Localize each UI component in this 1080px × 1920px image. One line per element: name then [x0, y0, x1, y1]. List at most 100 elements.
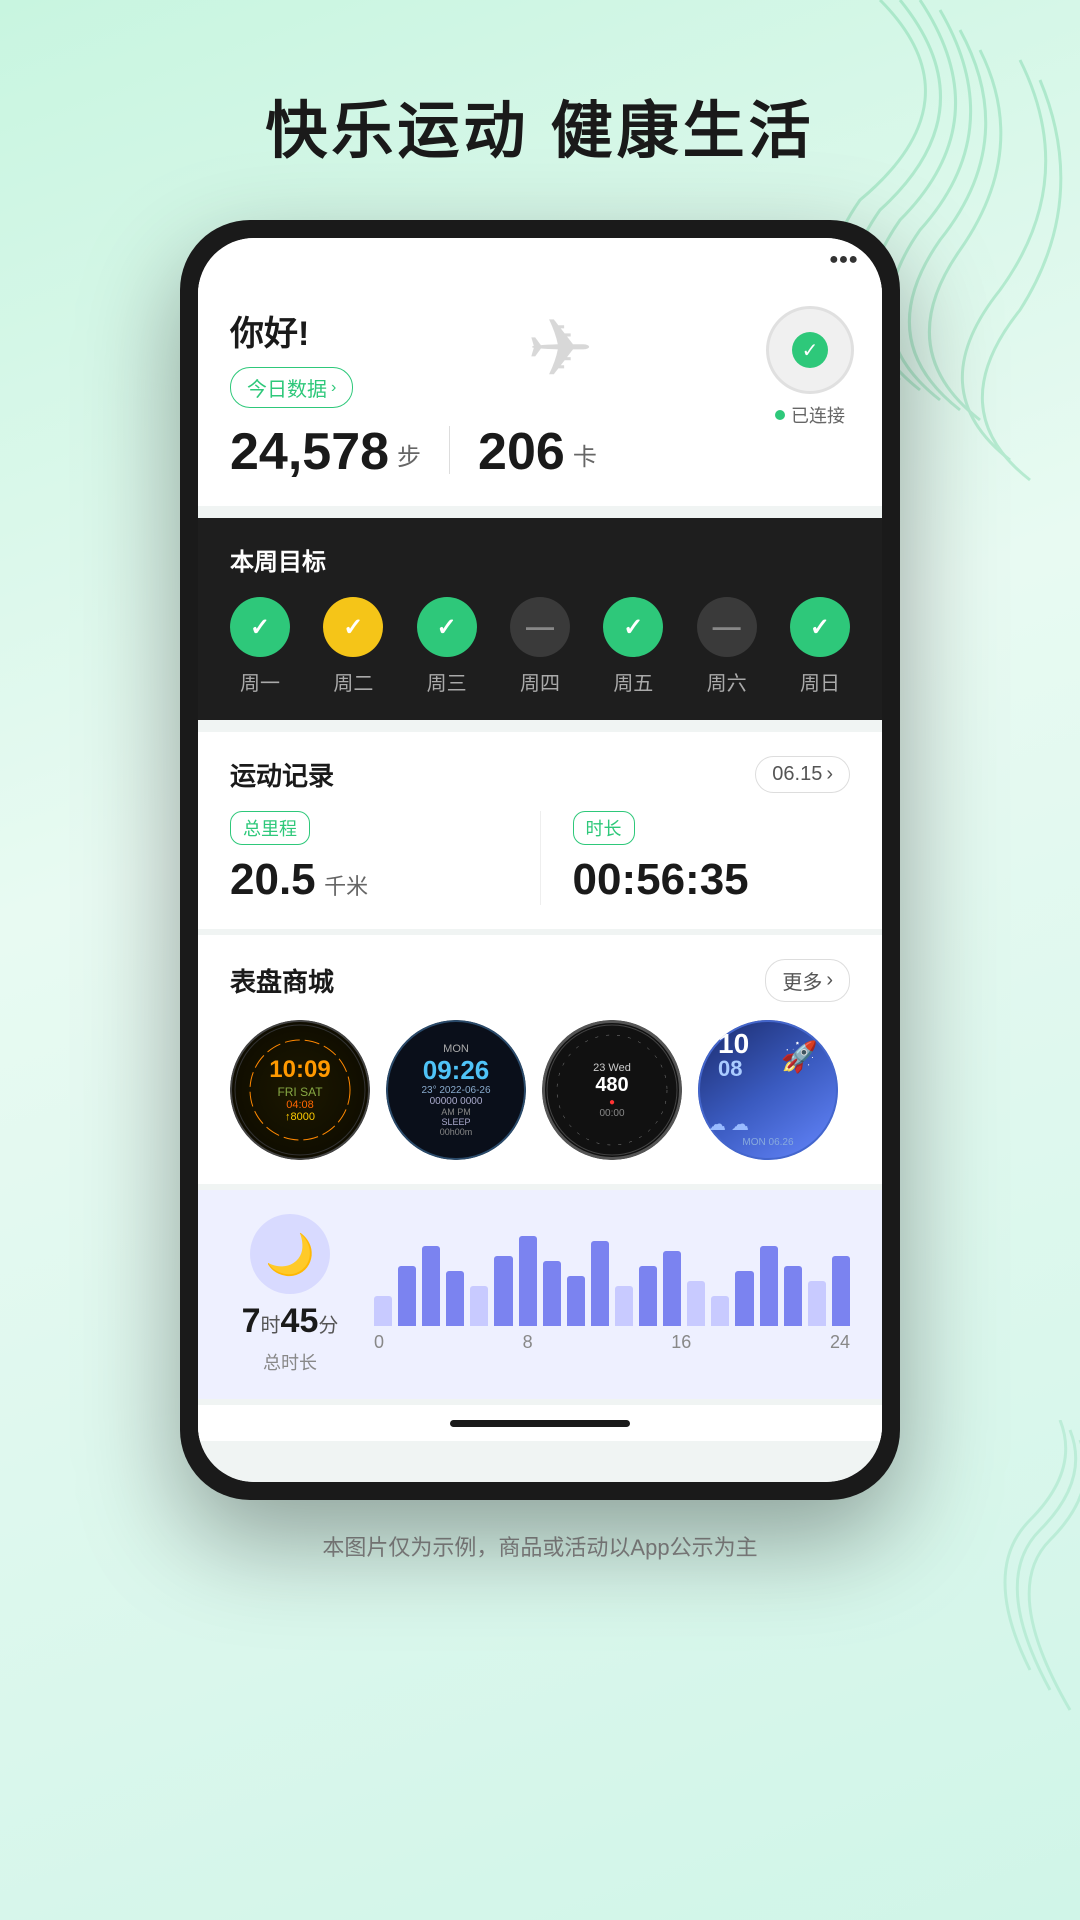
minus-icon-saturday: —: [713, 611, 741, 643]
phone-mockup: ●●● ✈ 你好! 今日数据 › 24,578 步: [180, 220, 900, 1500]
home-bar: [450, 1420, 630, 1427]
page-title: 快乐运动 健康生活: [0, 0, 1080, 220]
sleep-axis-8: 8: [523, 1332, 533, 1353]
day-label-wednesday: 周三: [427, 667, 467, 696]
sleep-time: 7时45分: [242, 1302, 339, 1341]
greeting-text: 你好!: [230, 306, 850, 355]
footer-text: 本图片仅为示例，商品或活动以App公示为主: [0, 1500, 1080, 1602]
watch-store-header: 表盘商城 更多 ›: [230, 959, 850, 1002]
home-indicator: [198, 1405, 882, 1441]
distance-unit: 千米: [324, 874, 368, 899]
steps-unit: 步: [397, 437, 421, 472]
sleep-bar: [374, 1296, 392, 1326]
day-circle-tuesday: ✓: [323, 597, 383, 657]
exercise-section: 运动记录 06.15 › 总里程 20.5 千米: [198, 732, 882, 929]
chevron-right-icon-store: ›: [826, 969, 833, 992]
sleep-bar: [639, 1266, 657, 1326]
sleep-hours-unit: 时: [261, 1315, 281, 1337]
check-icon-monday: ✓: [250, 613, 270, 642]
day-circle-monday: ✓: [230, 597, 290, 657]
watch-store-section: 表盘商城 更多 ›: [198, 935, 882, 1184]
distance-label: 总里程: [230, 811, 310, 845]
chevron-right-icon-exercise: ›: [826, 763, 833, 786]
exercise-header: 运动记录 06.15 ›: [230, 756, 850, 793]
distance-value: 20.5: [230, 855, 316, 904]
distance-value-row: 20.5 千米: [230, 855, 508, 905]
sleep-hours: 7: [242, 1302, 261, 1340]
sleep-bar: [543, 1261, 561, 1326]
sleep-bar: [519, 1236, 537, 1326]
watch-faces-row: 10:09 FRI SAT 04:08 ↑8000 MON 09:26 23° …: [230, 1020, 850, 1160]
sleep-bar: [615, 1286, 633, 1326]
minus-icon-thursday: —: [526, 611, 554, 643]
check-icon-sunday: ✓: [810, 613, 830, 642]
day-item-tuesday: ✓ 周二: [323, 597, 383, 696]
sleep-chart-container: 0 8 16 24: [374, 1236, 850, 1353]
day-item-friday: ✓ 周五: [603, 597, 663, 696]
calories-value: 206: [478, 426, 565, 478]
weekly-goals-section: 本周目标 ✓ 周一 ✓ 周二: [198, 518, 882, 720]
sleep-bar: [784, 1266, 802, 1326]
day-circle-friday: ✓: [603, 597, 663, 657]
sleep-bar: [567, 1276, 585, 1326]
days-row: ✓ 周一 ✓ 周二 ✓ 周三: [230, 597, 850, 696]
day-item-wednesday: ✓ 周三: [417, 597, 477, 696]
sleep-minutes-unit: 分: [318, 1315, 338, 1337]
watch-face-2[interactable]: MON 09:26 23° 2022-06-26 00000 0000 AM P…: [386, 1020, 526, 1160]
sleep-bar: [687, 1281, 705, 1326]
today-data-button[interactable]: 今日数据 ›: [230, 367, 353, 408]
app-content: ✈ 你好! 今日数据 › 24,578 步 206 卡: [198, 282, 882, 1482]
sleep-axis-0: 0: [374, 1332, 384, 1353]
watch-store-more-button[interactable]: 更多 ›: [765, 959, 850, 1002]
sleep-minutes: 45: [281, 1302, 319, 1340]
day-circle-saturday: —: [697, 597, 757, 657]
exercise-date-badge[interactable]: 06.15 ›: [755, 756, 850, 793]
watch-check-icon: ✓: [792, 332, 828, 368]
duration-label: 时长: [573, 811, 635, 845]
day-label-sunday: 周日: [800, 667, 840, 696]
connected-dot-icon: [775, 410, 785, 420]
day-label-monday: 周一: [240, 667, 280, 696]
watch-store-title: 表盘商城: [230, 962, 334, 999]
day-label-tuesday: 周二: [333, 667, 373, 696]
sleep-section: 🌙 7时45分 总时长 0 8 16 24: [198, 1190, 882, 1399]
calories-unit: 卡: [573, 437, 597, 472]
sleep-bar: [711, 1296, 729, 1326]
status-bar: ●●●: [198, 238, 882, 282]
watch-face-1[interactable]: 10:09 FRI SAT 04:08 ↑8000: [230, 1020, 370, 1160]
day-label-saturday: 周六: [707, 667, 747, 696]
watch-face-4[interactable]: 🚀 10 08 ☁ ☁ MON 06.26: [698, 1020, 838, 1160]
exercise-title: 运动记录: [230, 756, 334, 793]
steps-value: 24,578: [230, 426, 389, 478]
check-icon-wednesday: ✓: [437, 613, 457, 642]
stats-row: 24,578 步 206 卡: [230, 426, 850, 478]
sleep-axis-24: 24: [830, 1332, 850, 1353]
weekly-goals-title: 本周目标: [230, 542, 850, 577]
exercise-date: 06.15: [772, 763, 822, 786]
connected-badge: 已连接: [766, 402, 854, 428]
day-label-thursday: 周四: [520, 667, 560, 696]
duration-stat: 时长 00:56:35: [541, 811, 851, 905]
sleep-bar: [446, 1271, 464, 1326]
day-item-sunday: ✓ 周日: [790, 597, 850, 696]
exercise-stats: 总里程 20.5 千米 时长 00:56:35: [230, 811, 850, 905]
sleep-bar: [398, 1266, 416, 1326]
watch-container[interactable]: ✓ 已连接: [766, 306, 854, 428]
day-item-thursday: — 周四: [510, 597, 570, 696]
sleep-axis: 0 8 16 24: [374, 1332, 850, 1353]
phone-inner: ●●● ✈ 你好! 今日数据 › 24,578 步: [198, 238, 882, 1482]
day-circle-wednesday: ✓: [417, 597, 477, 657]
sleep-bar: [470, 1286, 488, 1326]
day-circle-thursday: —: [510, 597, 570, 657]
sleep-axis-16: 16: [671, 1332, 691, 1353]
sleep-bar: [832, 1256, 850, 1326]
day-item-monday: ✓ 周一: [230, 597, 290, 696]
duration-value-row: 00:56:35: [573, 855, 851, 905]
sleep-bar: [591, 1241, 609, 1326]
sleep-label: 总时长: [263, 1349, 317, 1375]
chevron-right-icon: ›: [331, 379, 336, 397]
stats-divider: [449, 426, 450, 474]
watch-face-3[interactable]: 23 Wed 480 ● 00:00: [542, 1020, 682, 1160]
sleep-bar: [735, 1271, 753, 1326]
sleep-icon: 🌙: [250, 1214, 330, 1294]
